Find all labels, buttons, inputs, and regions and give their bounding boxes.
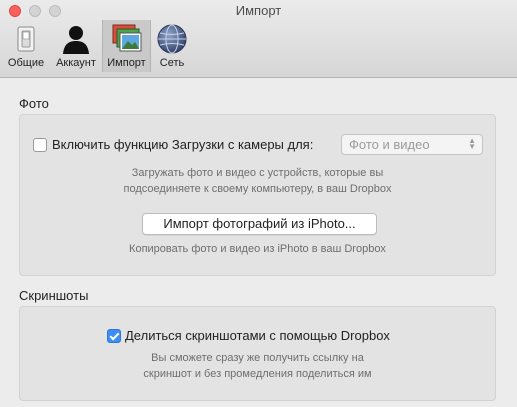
camera-upload-hint-line-1: Загружать фото и видео с устройств, кото… (131, 167, 384, 179)
share-screenshots-hint-line-1: Вы сможете сразу же получить ссылку на (151, 352, 364, 364)
share-screenshots-checkbox[interactable] (107, 329, 121, 343)
window-titlebar: Импорт Общие Аккаунт Импорт Сеть (0, 0, 517, 78)
photos-stack-icon (111, 23, 143, 55)
camera-upload-hint-line-2: подсоединяете к своему компьютеру, в ваш… (123, 183, 392, 195)
tab-network-label: Сеть (159, 57, 185, 69)
tab-general-label: Общие (7, 57, 45, 69)
switch-icon (10, 23, 42, 55)
camera-upload-label: Включить функцию Загрузки с камеры для: (52, 137, 314, 152)
window-title: Импорт (235, 3, 282, 18)
iphoto-hint: Копировать фото и видео из iPhoto в ваш … (129, 243, 386, 255)
section-title-screenshots: Скриншоты (19, 288, 89, 303)
chevron-updown-icon: ▲ ▼ (468, 136, 476, 151)
section-title-photos: Фото (19, 96, 49, 111)
share-screenshots-label: Делиться скриншотами с помощью Dropbox (125, 328, 390, 343)
tab-account-label: Аккаунт (56, 57, 96, 69)
globe-icon (156, 23, 188, 55)
tab-import[interactable]: Импорт (102, 20, 151, 72)
camera-upload-select-value: Фото и видео (349, 137, 430, 152)
user-silhouette-icon (60, 23, 92, 55)
camera-upload-checkbox[interactable] (33, 138, 47, 152)
tab-network[interactable]: Сеть (152, 20, 192, 72)
share-screenshots-hint-line-2: скриншот и без промедления поделиться им (143, 368, 372, 380)
tab-account[interactable]: Аккаунт (51, 20, 101, 72)
camera-upload-select[interactable]: Фото и видео ▲ ▼ (341, 134, 483, 155)
import-from-iphoto-button[interactable]: Импорт фотографий из iPhoto... (142, 213, 377, 235)
tab-general[interactable]: Общие (4, 20, 48, 72)
tab-import-label: Импорт (107, 57, 146, 69)
